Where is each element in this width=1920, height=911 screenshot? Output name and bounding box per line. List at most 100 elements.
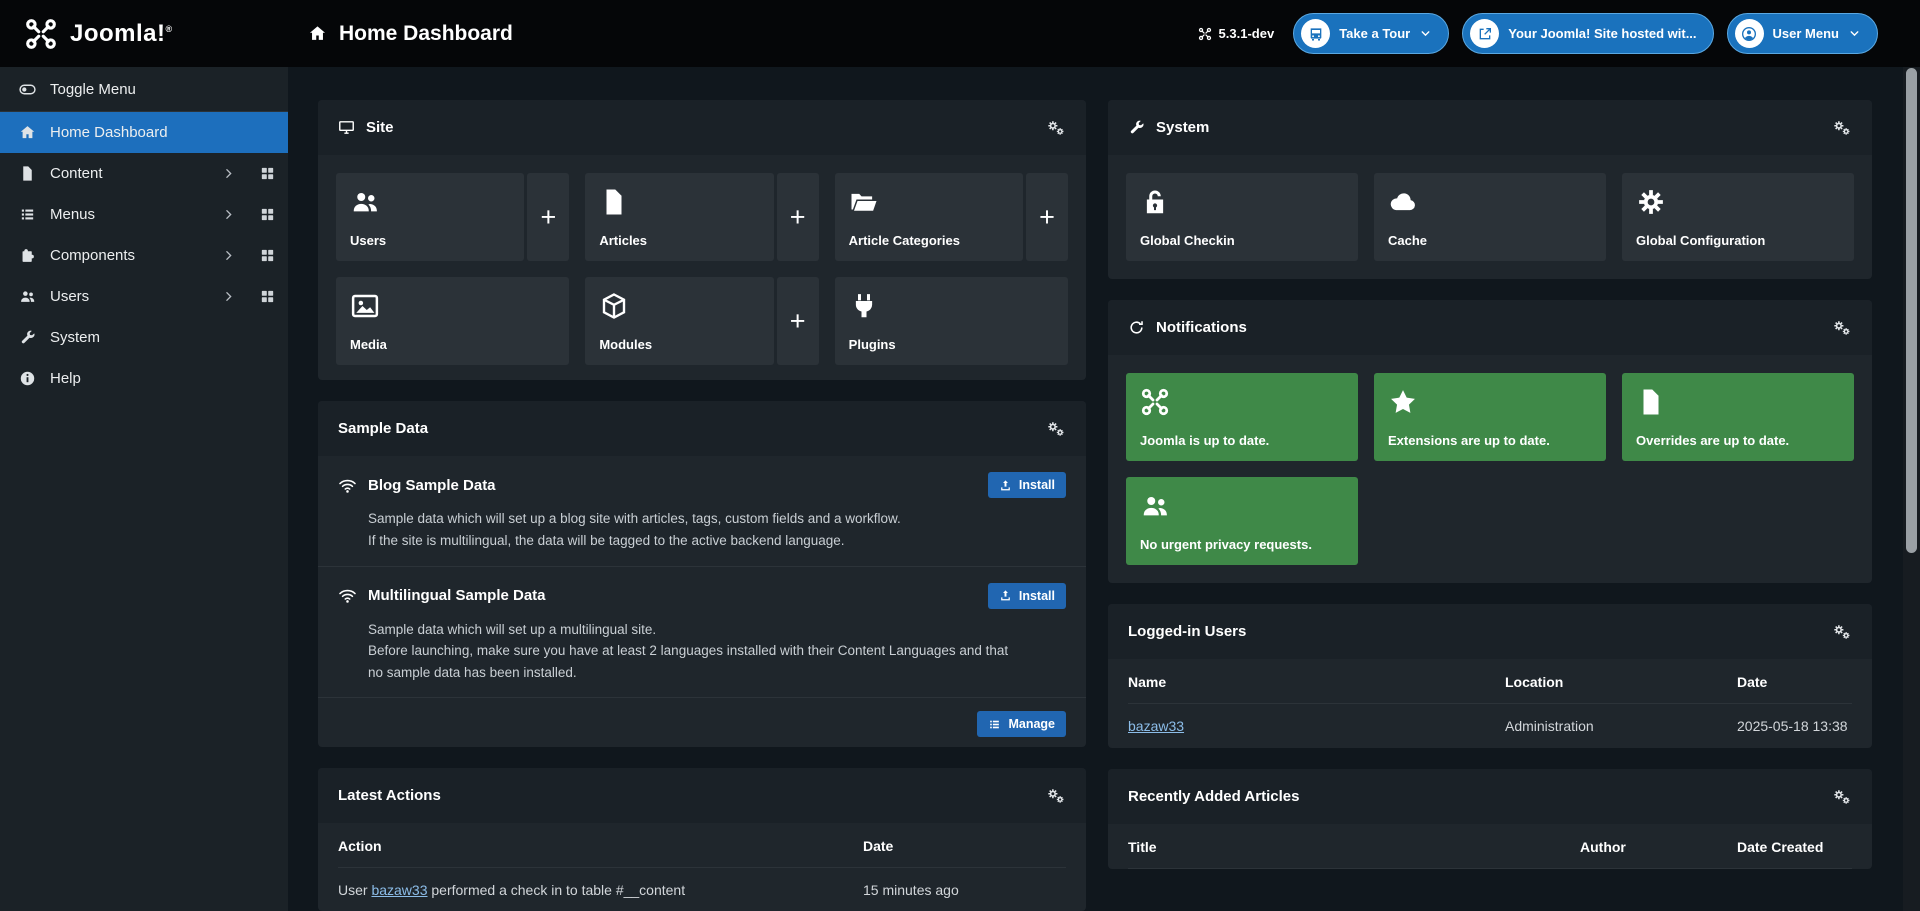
tile-article-categories[interactable]: Article Categories <box>835 173 1023 261</box>
add-category-button[interactable]: + <box>1026 173 1068 261</box>
tile-modules[interactable]: Modules <box>585 277 773 365</box>
users-icon <box>1140 491 1170 521</box>
take-a-tour-button[interactable]: Take a Tour <box>1293 13 1449 54</box>
sample-data-card: Sample Data Blog Sample Data Install Sam… <box>318 401 1086 747</box>
chevron-right-icon <box>222 208 235 221</box>
dashboard-grid-icon[interactable] <box>259 247 276 264</box>
dashboard-grid-icon[interactable] <box>259 288 276 305</box>
card-options-button[interactable] <box>1831 317 1852 338</box>
cogs-icon <box>1831 786 1852 807</box>
puzzle-icon <box>19 247 36 264</box>
toggle-icon <box>19 81 36 98</box>
sidebar-item-system[interactable]: System <box>0 317 288 358</box>
users-icon <box>19 288 36 305</box>
plug-icon <box>849 291 879 321</box>
home-icon <box>19 124 36 141</box>
refresh-icon <box>1128 319 1145 336</box>
tile-global-checkin[interactable]: Global Checkin <box>1126 173 1358 261</box>
hosted-site-button[interactable]: Your Joomla! Site hosted wit... <box>1462 13 1713 54</box>
cogs-icon <box>1831 621 1852 642</box>
sidebar-item-home-dashboard[interactable]: Home Dashboard <box>0 112 288 153</box>
registered-mark: ® <box>166 24 173 34</box>
manage-button[interactable]: Manage <box>977 711 1066 737</box>
sample-data-description: Sample data which will set up a multilin… <box>368 619 1026 684</box>
column-header-location: Location <box>1505 674 1737 690</box>
tile-users[interactable]: Users <box>336 173 524 261</box>
display-icon <box>338 119 355 136</box>
top-header: Joomla!® Home Dashboard 5.3.1-dev Take a… <box>0 0 1920 67</box>
cube-icon <box>599 291 629 321</box>
joomla-logo-icon <box>24 17 58 51</box>
card-title: System <box>1156 119 1209 136</box>
external-link-icon <box>1477 26 1493 42</box>
logged-in-users-card: Logged-in Users Name Location Date bazaw… <box>1108 604 1872 748</box>
notifications-card: Notifications Joomla is up to date. Exte… <box>1108 300 1872 583</box>
sidebar-item-components[interactable]: Components <box>0 235 288 276</box>
wrench-icon <box>1128 119 1145 136</box>
star-icon <box>1388 387 1418 417</box>
install-multilingual-sample-button[interactable]: Install <box>988 583 1066 609</box>
card-options-button[interactable] <box>1045 418 1066 439</box>
extensions-status-tile[interactable]: Extensions are up to date. <box>1374 373 1606 461</box>
gear-icon <box>1636 187 1666 217</box>
add-article-button[interactable]: + <box>777 173 819 261</box>
sidebar-item-help[interactable]: Help <box>0 358 288 399</box>
card-title: Site <box>366 119 394 136</box>
tile-plugins[interactable]: Plugins <box>835 277 1068 365</box>
dashboard-content: Site Users + Articles + <box>288 67 1874 911</box>
user-link[interactable]: bazaw33 <box>1128 718 1184 734</box>
card-options-button[interactable] <box>1831 786 1852 807</box>
page-scrollbar[interactable] <box>1903 67 1920 911</box>
privacy-requests-tile[interactable]: No urgent privacy requests. <box>1126 477 1358 565</box>
latest-actions-card: Latest Actions Action Date User bazaw33 … <box>318 768 1086 911</box>
sidebar-item-content[interactable]: Content <box>0 153 288 194</box>
sidebar-item-users[interactable]: Users <box>0 276 288 317</box>
joomla-logo[interactable]: Joomla!® <box>0 17 288 51</box>
table-header: Action Date <box>338 823 1066 868</box>
column-header-date: Date <box>863 838 1066 854</box>
chevron-down-icon <box>1419 27 1432 40</box>
home-icon <box>308 24 327 43</box>
wifi-icon <box>338 586 357 605</box>
scrollbar-thumb[interactable] <box>1906 68 1917 553</box>
tile-cache[interactable]: Cache <box>1374 173 1606 261</box>
tour-icon-circle <box>1301 19 1330 48</box>
site-card: Site Users + Articles + <box>318 100 1086 380</box>
info-icon <box>19 370 36 387</box>
wifi-icon <box>338 476 357 495</box>
list-icon <box>19 206 36 223</box>
cogs-icon <box>1045 785 1066 806</box>
add-user-button[interactable]: + <box>527 173 569 261</box>
lock-icon <box>1140 187 1170 217</box>
recently-added-articles-card: Recently Added Articles Title Author Dat… <box>1108 769 1872 869</box>
tile-articles[interactable]: Articles <box>585 173 773 261</box>
card-options-button[interactable] <box>1045 117 1066 138</box>
user-link[interactable]: bazaw33 <box>371 882 427 898</box>
dashboard-grid-icon[interactable] <box>259 206 276 223</box>
users-icon <box>350 187 380 217</box>
system-card-header: System <box>1108 100 1872 155</box>
file-icon <box>1636 387 1666 417</box>
image-icon <box>350 291 380 321</box>
card-options-button[interactable] <box>1045 785 1066 806</box>
joomla-update-status-tile[interactable]: Joomla is up to date. <box>1126 373 1358 461</box>
card-options-button[interactable] <box>1831 117 1852 138</box>
user-icon-circle <box>1735 19 1764 48</box>
dashboard-grid-icon[interactable] <box>259 165 276 182</box>
tile-global-configuration[interactable]: Global Configuration <box>1622 173 1854 261</box>
table-header: Name Location Date <box>1128 659 1852 704</box>
latest-actions-card-header: Latest Actions <box>318 768 1086 823</box>
upload-icon <box>999 479 1012 492</box>
date-cell: 15 minutes ago <box>863 882 1066 898</box>
install-blog-sample-button[interactable]: Install <box>988 472 1066 498</box>
user-menu-button[interactable]: User Menu <box>1727 13 1878 54</box>
overrides-status-tile[interactable]: Overrides are up to date. <box>1622 373 1854 461</box>
card-options-button[interactable] <box>1831 621 1852 642</box>
table-header: Title Author Date Created <box>1128 824 1852 869</box>
sidebar-item-menus[interactable]: Menus <box>0 194 288 235</box>
cloud-icon <box>1388 187 1418 217</box>
joomla-version-icon <box>1198 27 1212 41</box>
add-module-button[interactable]: + <box>777 277 819 365</box>
tile-media[interactable]: Media <box>336 277 569 365</box>
sidebar-item-toggle-menu[interactable]: Toggle Menu <box>0 67 288 112</box>
